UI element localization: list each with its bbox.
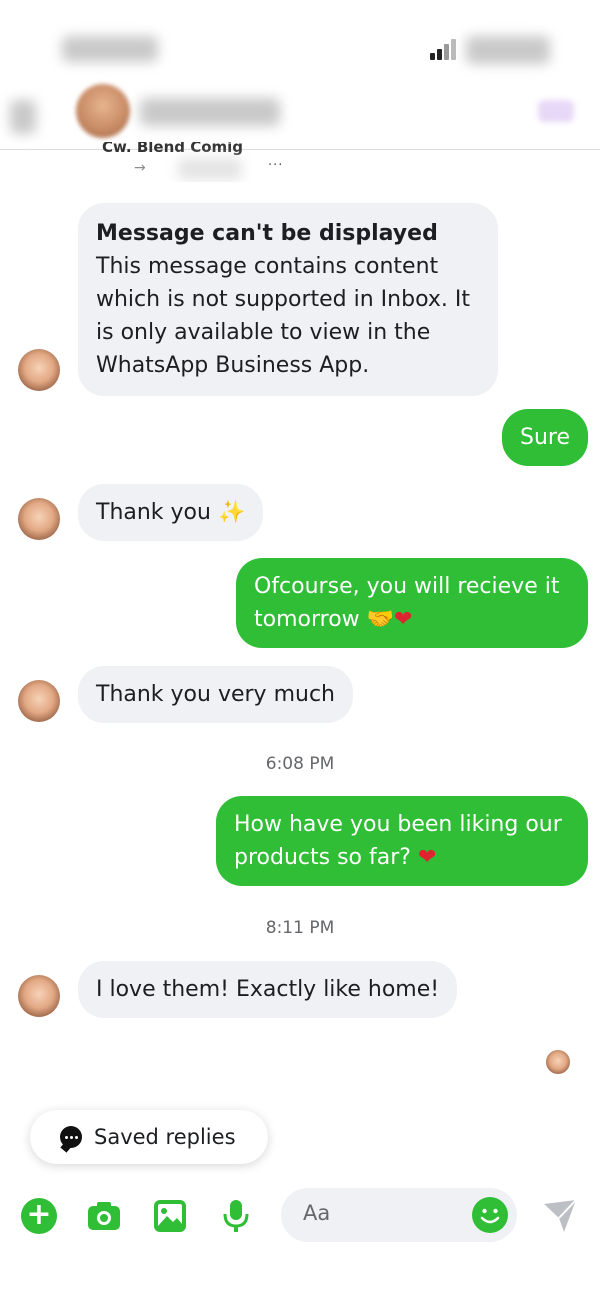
message-text: Thank you [96, 500, 211, 525]
contact-name[interactable] [140, 98, 280, 126]
message-text: How have you been liking our products so… [234, 812, 562, 870]
outgoing-message-bubble[interactable]: Ofcourse, you will recieve it tomorrow 🤝… [236, 558, 588, 648]
more-options-icon[interactable]: ··· [268, 158, 283, 173]
saved-replies-label: Saved replies [94, 1125, 236, 1149]
image-icon[interactable] [152, 1198, 188, 1234]
handshake-heart-icon: 🤝❤ [366, 607, 413, 632]
message-text: Thank you very much [96, 682, 335, 707]
unsupported-message-bubble[interactable]: Message can't be displayed This message … [78, 203, 498, 396]
plus-icon[interactable]: + [21, 1198, 57, 1234]
message-input[interactable]: Aa [281, 1188, 517, 1242]
unsupported-message-title: Message can't be displayed [96, 221, 438, 246]
camera-icon[interactable] [86, 1198, 122, 1234]
back-button[interactable] [10, 100, 36, 134]
message-input-placeholder: Aa [303, 1201, 331, 1225]
timestamp: 8:11 PM [265, 918, 335, 938]
message-composer: + Aa [0, 1180, 600, 1250]
microphone-icon[interactable] [218, 1198, 254, 1234]
battery-icon [466, 36, 550, 64]
sender-avatar[interactable] [18, 975, 60, 1017]
contact-avatar[interactable] [76, 84, 130, 138]
heart-icon: ❤ [417, 845, 437, 870]
forward-arrow-icon[interactable]: → [134, 160, 146, 176]
unsupported-message-text: This message contains content which is n… [96, 254, 470, 378]
saved-replies-button[interactable]: Saved replies [30, 1110, 268, 1164]
chat-bubble-icon [60, 1126, 82, 1148]
outgoing-message-bubble[interactable]: Sure [501, 409, 588, 466]
incoming-message-bubble[interactable]: I love them! Exactly like home! [78, 961, 458, 1018]
incoming-message-bubble[interactable]: Thank you ✨ [78, 484, 264, 541]
message-text: Sure [519, 425, 570, 450]
status-bar [0, 0, 600, 84]
sparkles-icon: ✨ [217, 500, 246, 525]
seen-indicator-avatar [546, 1050, 570, 1074]
card-blurred-action[interactable] [178, 158, 242, 180]
send-icon[interactable] [542, 1198, 578, 1234]
incoming-message-bubble[interactable]: Thank you very much [78, 666, 353, 723]
outgoing-message-bubble[interactable]: How have you been liking our products so… [216, 796, 588, 886]
sender-avatar[interactable] [18, 349, 60, 391]
sender-avatar[interactable] [18, 680, 60, 722]
emoji-icon[interactable] [472, 1197, 508, 1233]
status-time [62, 36, 158, 62]
conversation-header [0, 84, 600, 150]
message-text: I love them! Exactly like home! [96, 977, 440, 1002]
shared-content-card[interactable]: Cw. Blend Comig → ··· [84, 142, 298, 182]
sender-avatar[interactable] [18, 498, 60, 540]
shared-content-title: Cw. Blend Comig [102, 142, 244, 156]
signal-icon [430, 38, 460, 60]
header-action-button[interactable] [538, 100, 574, 122]
timestamp: 6:08 PM [265, 754, 335, 774]
